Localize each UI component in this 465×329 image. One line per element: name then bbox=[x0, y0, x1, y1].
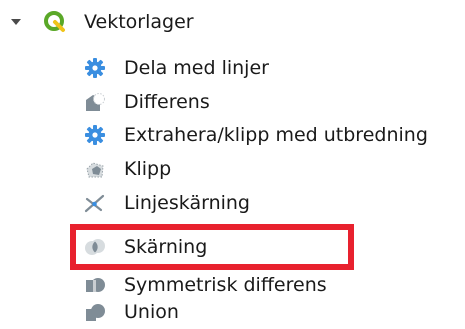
tree-item-extrahera-klipp-med-utbredning[interactable]: Extrahera/klipp med utbredning bbox=[0, 119, 465, 151]
tree-item-label: Linjeskärning bbox=[124, 192, 250, 214]
tree-item-klipp[interactable]: Klipp bbox=[0, 153, 465, 185]
processing-toolbox-tree: Vektorlager Dela med linjer Differens Ex… bbox=[0, 0, 465, 329]
tree-item-label: Differens bbox=[124, 91, 210, 113]
tree-group-vektorlager[interactable]: Vektorlager bbox=[0, 6, 465, 38]
symmetric-difference-icon bbox=[84, 274, 106, 296]
difference-icon bbox=[84, 91, 106, 113]
union-icon bbox=[84, 301, 106, 323]
tree-item-label: Skärning bbox=[124, 236, 208, 258]
tree-group-label: Vektorlager bbox=[84, 11, 194, 33]
line-intersection-icon bbox=[84, 192, 106, 214]
tree-item-label: Union bbox=[124, 301, 179, 323]
tree-item-label: Extrahera/klipp med utbredning bbox=[124, 124, 428, 146]
gear-icon bbox=[84, 57, 106, 79]
gear-icon bbox=[84, 124, 106, 146]
clip-icon bbox=[84, 158, 106, 180]
tree-item-label: Klipp bbox=[124, 158, 172, 180]
tree-item-label: Dela med linjer bbox=[124, 57, 269, 79]
tree-item-skarning[interactable]: Skärning bbox=[0, 231, 465, 263]
tree-item-linjeskarning[interactable]: Linjeskärning bbox=[0, 187, 465, 219]
expand-arrow-icon[interactable] bbox=[9, 15, 23, 29]
tree-item-union[interactable]: Union bbox=[0, 296, 465, 328]
intersection-icon bbox=[84, 236, 106, 258]
tree-item-dela-med-linjer[interactable]: Dela med linjer bbox=[0, 52, 465, 84]
tree-item-differens[interactable]: Differens bbox=[0, 86, 465, 118]
qgis-logo-icon bbox=[44, 11, 66, 33]
tree-item-label: Symmetrisk differens bbox=[124, 274, 327, 296]
